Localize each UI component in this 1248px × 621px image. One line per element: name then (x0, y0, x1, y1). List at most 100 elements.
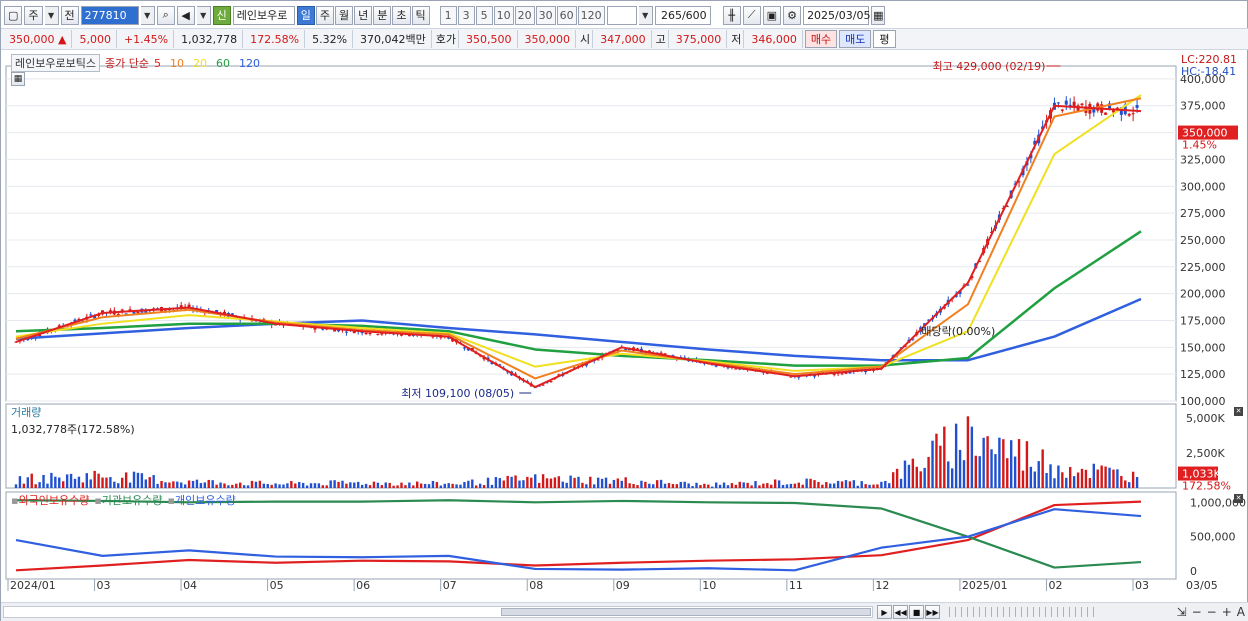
horizontal-scrollbar[interactable] (3, 606, 873, 618)
volume-bar (246, 485, 250, 488)
volume-bar (648, 483, 651, 488)
holding-legend-item: ▪기관보유수량 (94, 494, 163, 507)
chevron-down-icon[interactable]: ▼ (44, 5, 59, 25)
period-tab-5[interactable]: 초 (392, 5, 411, 25)
interval-tab-2[interactable]: 5 (475, 5, 493, 25)
volume-bar (333, 480, 336, 488)
candle-body (380, 333, 384, 335)
volume-bar (321, 485, 325, 488)
save-icon[interactable]: ▣ (762, 5, 782, 25)
candle-icon[interactable]: ╫ (722, 5, 741, 25)
period-tab-2[interactable]: 월 (335, 5, 354, 25)
count-field[interactable]: 265/600 (654, 5, 711, 25)
scroll-thumb[interactable] (501, 608, 871, 616)
x-tick-label: 08 (529, 579, 543, 592)
zoom-minus-icon[interactable]: − (1207, 605, 1217, 619)
volume-bar (408, 482, 411, 488)
volume-bar (176, 481, 179, 488)
avg-button[interactable]: 평 (873, 30, 896, 48)
period-tab-6[interactable]: 틱 (411, 5, 430, 25)
interval-tab-0[interactable]: 1 (439, 5, 457, 25)
interval-tab-3[interactable]: 10 (493, 5, 514, 25)
period-tab-1[interactable]: 주 (315, 5, 335, 25)
date-input[interactable]: 2025/03/05 (803, 5, 870, 25)
interval-dropdown-icon[interactable]: ▼ (638, 5, 653, 25)
volume-bar (1112, 469, 1115, 488)
market-select[interactable]: 주 (24, 5, 43, 25)
volume-bar (325, 485, 328, 488)
volume-bar (475, 485, 478, 488)
buy-button[interactable]: 매수 (804, 30, 838, 48)
zoom-out-icon[interactable]: − (1192, 605, 1202, 619)
x-tick-label: 02 (1048, 579, 1062, 592)
dividend-annotation: 배당락(0.00%) (921, 325, 995, 338)
volume-bar (817, 481, 820, 488)
current-volume-pct: 172.58% (1182, 480, 1231, 493)
candle-body (1064, 100, 1068, 105)
volume-bar (341, 480, 344, 488)
stop-icon[interactable]: ■ (909, 605, 924, 619)
rewind-icon[interactable]: ◀◀ (893, 605, 908, 619)
interval-tab-5[interactable]: 30 (535, 5, 556, 25)
zoom-in-icon[interactable]: + (1222, 605, 1232, 619)
candle-body (1127, 113, 1131, 116)
volume-bar (793, 483, 797, 488)
low-price: 346,000 (746, 30, 803, 48)
volume-bar (502, 480, 505, 488)
period-tab-4[interactable]: 분 (373, 5, 392, 25)
volume-bar (585, 484, 588, 488)
font-size-icon[interactable]: A (1237, 605, 1245, 619)
volume-bar (187, 480, 191, 488)
period-tab-3[interactable]: 년 (354, 5, 373, 25)
volume-bar (152, 475, 155, 488)
volume-bar (801, 484, 804, 488)
speaker-icon[interactable]: ◀ (176, 5, 195, 25)
volume-bar (581, 482, 584, 488)
volume-value: 1,032,778주(172.58%) (11, 423, 135, 436)
interval-tab-4[interactable]: 20 (514, 5, 535, 25)
window-menu-icon[interactable]: ▢ (4, 5, 23, 25)
chart-svg[interactable]: 400,000375,000350,000325,000300,000275,0… (3, 52, 1247, 602)
calendar-icon[interactable]: ▦ (871, 5, 886, 25)
volume-bar (514, 475, 517, 488)
chart-area[interactable]: 400,000375,000350,000325,000300,000275,0… (3, 52, 1247, 602)
zoom-slider[interactable] (949, 607, 1099, 617)
volume-bar (124, 472, 128, 488)
interval-input[interactable] (606, 5, 637, 25)
table-icon[interactable]: ▦ (11, 72, 25, 86)
volume-bar (1068, 467, 1072, 488)
volume-bar (105, 477, 108, 488)
interval-tab-7[interactable]: 120 (577, 5, 605, 25)
stock-code-input[interactable]: 277810 (80, 5, 139, 25)
fast-forward-icon[interactable]: ▶▶ (925, 605, 940, 619)
play-icon[interactable]: ▶ (877, 605, 892, 619)
zoom-fit-icon[interactable]: ⇲ (1177, 605, 1187, 619)
close-icon[interactable]: ✕ (1234, 407, 1243, 416)
volume-bar (683, 481, 686, 488)
prev-button[interactable]: 전 (60, 5, 79, 25)
search-icon[interactable]: ⌕ (156, 5, 175, 25)
toolbar: ▢ 주 ▼ 전 277810 ▼ ⌕ ◀ ▼ 신 레인보우로 일주월년분초틱 1… (1, 4, 1248, 26)
volume-bar (282, 484, 285, 488)
volume-bar (530, 477, 533, 488)
holding-tick-label: 500,000 (1190, 531, 1236, 544)
interval-tab-6[interactable]: 60 (556, 5, 577, 25)
interval-tab-1[interactable]: 3 (457, 5, 475, 25)
volume-bar (349, 482, 352, 488)
volume-bar (455, 484, 458, 488)
stock-title: 레인보우로보틱스 (11, 54, 100, 72)
sell-button[interactable]: 매도 (839, 30, 872, 48)
gear-icon[interactable]: ⚙ (783, 5, 802, 25)
volume-bar (1017, 439, 1021, 488)
volume-bar (939, 445, 942, 488)
candle-body (89, 314, 93, 316)
speaker-dropdown-icon[interactable]: ▼ (196, 5, 211, 25)
close-icon[interactable]: ✕ (1234, 494, 1243, 503)
volume-bar (451, 483, 454, 488)
volume-bar (1104, 466, 1107, 488)
code-dropdown-icon[interactable]: ▼ (140, 5, 155, 25)
count-value: 265 (660, 8, 682, 22)
draw-tool-icon[interactable]: ⟋ (742, 5, 761, 25)
ma-legend-item: 10 (169, 56, 184, 70)
period-tab-0[interactable]: 일 (296, 5, 315, 25)
